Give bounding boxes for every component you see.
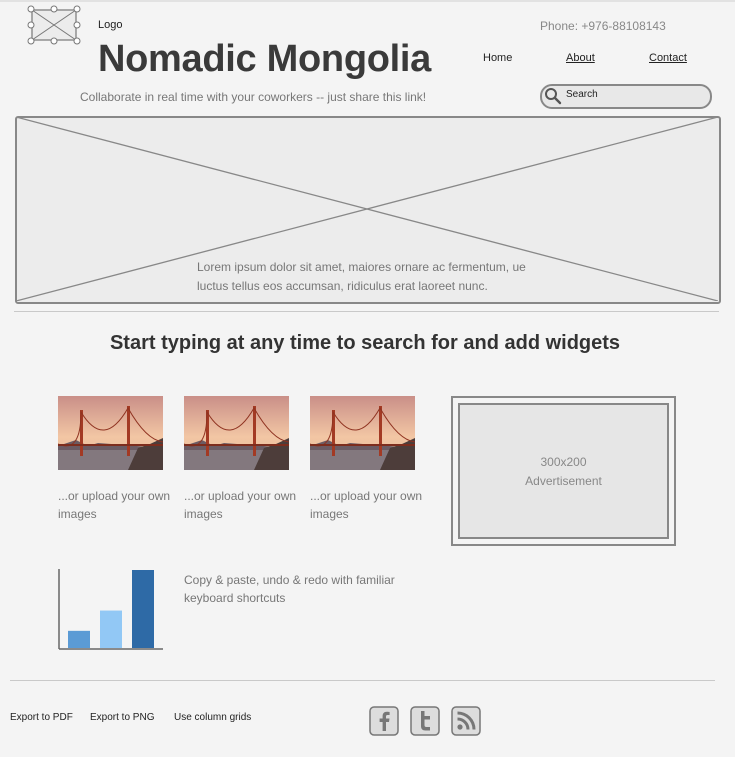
export-png-link[interactable]: Export to PNG <box>90 712 154 723</box>
column-grids-link[interactable]: Use column grids <box>174 712 251 723</box>
logo-selection-handles <box>27 5 81 45</box>
tagline: Collaborate in real time with your cowor… <box>80 90 427 104</box>
rss-icon[interactable] <box>451 706 481 736</box>
bridge-image-2[interactable] <box>184 396 289 470</box>
site-title: Nomadic Mongolia <box>98 38 431 80</box>
twitter-icon[interactable] <box>410 706 440 736</box>
logo-label: Logo <box>98 19 123 31</box>
advertisement-text: 300x200 Advertisement <box>458 453 669 491</box>
image-caption: ...or upload your own images <box>184 489 297 521</box>
image-caption: ...or upload your own images <box>310 489 423 521</box>
chart-bar <box>132 570 154 648</box>
nav-home-link[interactable]: Home <box>483 52 512 64</box>
nav-about-link[interactable]: About <box>566 52 595 64</box>
chart-bar <box>68 630 90 648</box>
chart-caption: Copy & paste, undo & redo with familiar … <box>184 573 395 605</box>
search-icon <box>545 88 562 105</box>
export-pdf-link[interactable]: Export to PDF <box>10 712 73 723</box>
search-input[interactable] <box>566 87 704 102</box>
nav-contact-link[interactable]: Contact <box>649 52 687 64</box>
bar-chart-widget[interactable] <box>57 569 165 651</box>
ad-label: Advertisement <box>525 474 602 488</box>
ad-size: 300x200 <box>540 455 587 469</box>
footer-divider <box>10 680 715 681</box>
phone-number: Phone: +976-88108143 <box>540 19 666 33</box>
facebook-icon[interactable] <box>369 706 399 736</box>
image-caption: ...or upload your own images <box>58 489 171 521</box>
bridge-image-1[interactable] <box>58 396 163 470</box>
divider <box>14 311 719 312</box>
hero-text: Lorem ipsum dolor sit amet, maiores orna… <box>197 260 526 293</box>
top-border <box>0 0 735 2</box>
chart-bar <box>100 610 122 648</box>
bridge-image-3[interactable] <box>310 396 415 470</box>
section-title: Start typing at any time to search for a… <box>109 332 621 354</box>
